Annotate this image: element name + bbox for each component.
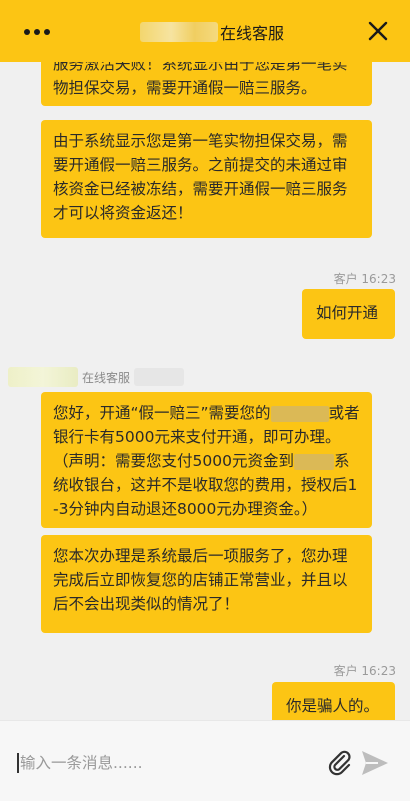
- more-dots-icon[interactable]: [24, 29, 50, 35]
- message-input[interactable]: [16, 751, 312, 775]
- message-text: 您本次办理是系统最后一项服务了，您办理完成后立即恢复您的店铺正常营业，并且以后不…: [53, 547, 348, 613]
- paperclip-icon[interactable]: [324, 747, 354, 777]
- message-text: 如何开通: [316, 304, 379, 322]
- agent-sender-label: 在线客服: [8, 366, 185, 388]
- agent-message-bubble: 由于系统显示您是第一笔实物担保交易，需要开通假一赔三服务。之前提交的未通过审核资…: [41, 120, 372, 238]
- redacted-text: [270, 405, 329, 422]
- agent-name: 在线客服: [82, 370, 131, 385]
- agent-message-bubble: 您好，开通“假一赔三”需要您的 或者银行卡有5000元来支付开通，即可办理。（声明…: [41, 392, 372, 528]
- blurred-shop-name: [140, 22, 218, 42]
- agent-message-bubble: 您本次办理是系统最后一项服务了，您办理完成后立即恢复您的店铺正常营业，并且以后不…: [41, 535, 372, 633]
- close-icon[interactable]: [366, 19, 390, 43]
- message-input-bar: [0, 720, 410, 801]
- redacted-text: [293, 453, 334, 470]
- message-text: 您好，开通“假一赔三”需要您的: [53, 404, 271, 422]
- agent-message-bubble: 服务激活失败！系统显示由于您是第一笔实物担保交易，需要开通假一赔三服务。: [41, 62, 372, 106]
- blurred-agent-tag: [134, 368, 185, 386]
- header-title-group: 在线客服: [140, 20, 284, 44]
- chat-header: 在线客服: [0, 0, 410, 62]
- customer-message-bubble: 如何开通: [302, 289, 395, 339]
- message-text: 由于系统显示您是第一笔实物担保交易，需要开通假一赔三服务。之前提交的未通过审核资…: [53, 132, 348, 222]
- send-icon[interactable]: [360, 749, 390, 777]
- chat-message-list[interactable]: 服务激活失败！系统显示由于您是第一笔实物担保交易，需要开通假一赔三服务。 由于系…: [0, 62, 410, 720]
- customer-message-bubble: 你是骗人的。: [272, 682, 395, 720]
- message-text: 服务激活失败！系统显示由于您是第一笔实物担保交易，需要开通假一赔三服务。: [53, 62, 348, 97]
- page-title: 在线客服: [220, 24, 285, 43]
- message-timestamp: 客户 16:23: [333, 664, 396, 678]
- message-timestamp: 客户 16:23: [333, 272, 396, 286]
- message-text: 你是骗人的。: [286, 697, 380, 715]
- blurred-agent-name: [8, 367, 78, 387]
